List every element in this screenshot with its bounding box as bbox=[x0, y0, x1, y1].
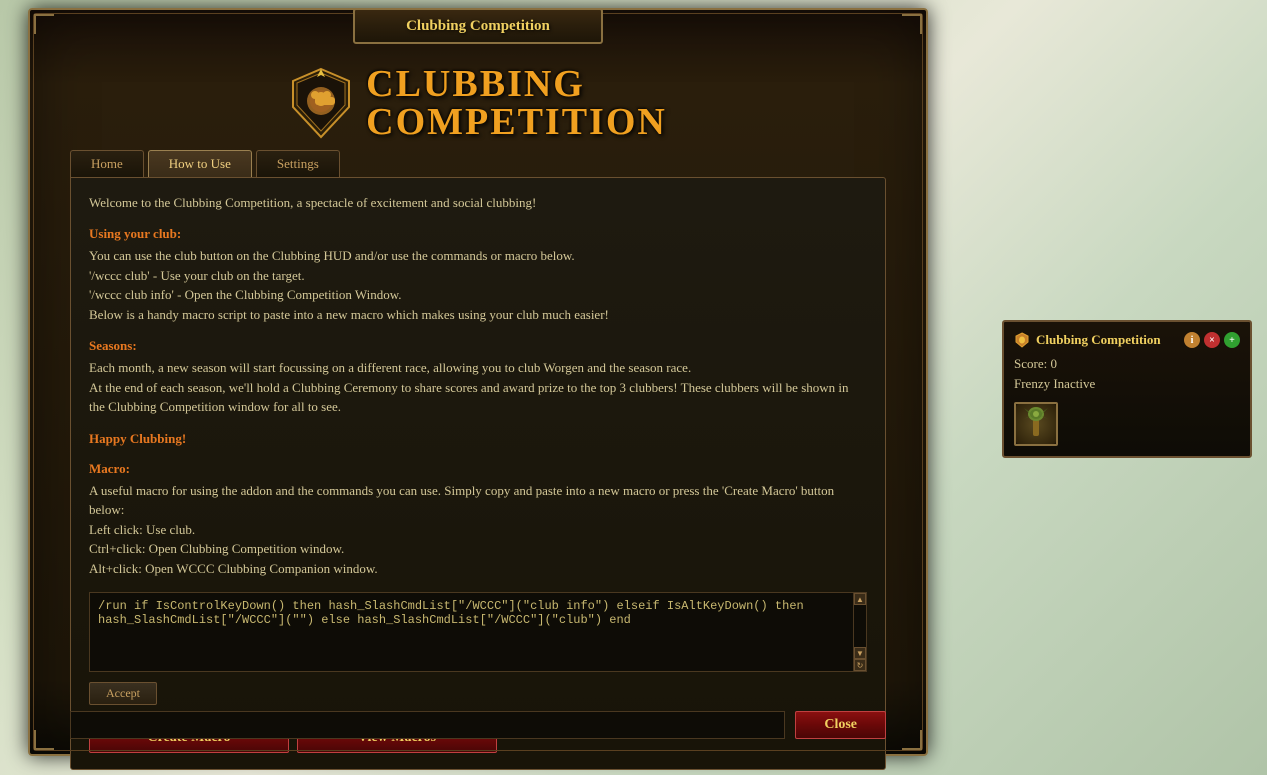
scroll-refresh-btn[interactable]: ↻ bbox=[854, 659, 866, 671]
macro-body: A useful macro for using the addon and t… bbox=[89, 481, 867, 579]
using-club-title: Using your club: bbox=[89, 226, 867, 242]
welcome-text: Welcome to the Clubbing Competition, a s… bbox=[89, 194, 867, 212]
accept-button[interactable]: Accept bbox=[89, 682, 157, 705]
seasons-body: Each month, a new season will start focu… bbox=[89, 358, 867, 417]
club-item-icon bbox=[1016, 404, 1056, 444]
side-panel-header: Clubbing Competition i × + bbox=[1014, 332, 1240, 348]
corner-decoration-br bbox=[902, 730, 922, 750]
close-button[interactable]: Close bbox=[795, 711, 886, 739]
side-panel-item[interactable] bbox=[1014, 402, 1058, 446]
tabs-area: Home How to Use Settings bbox=[30, 150, 926, 177]
logo-line2: COMPETITION bbox=[366, 103, 667, 141]
stop-icon[interactable]: × bbox=[1204, 332, 1220, 348]
side-panel-frenzy: Frenzy Inactive bbox=[1014, 376, 1240, 392]
side-panel-title: Clubbing Competition bbox=[1036, 332, 1178, 348]
title-bar: Clubbing Competition bbox=[353, 8, 603, 44]
corner-decoration-tr bbox=[902, 14, 922, 34]
macro-textarea-wrapper: /run if IsControlKeyDown() then hash_Sla… bbox=[89, 592, 867, 672]
side-panel: Clubbing Competition i × + Score: 0 Fren… bbox=[1002, 320, 1252, 458]
plus-icon[interactable]: + bbox=[1224, 332, 1240, 348]
scroll-track bbox=[854, 605, 866, 647]
macro-code-textarea[interactable]: /run if IsControlKeyDown() then hash_Sla… bbox=[89, 592, 853, 672]
main-window: Clubbing Competition CLUBBING COMPETITIO… bbox=[28, 8, 928, 756]
macro-title: Macro: bbox=[89, 461, 867, 477]
bottom-input[interactable] bbox=[70, 711, 785, 739]
side-panel-action-icons: i × + bbox=[1184, 332, 1240, 348]
bottom-bar: Close bbox=[70, 711, 886, 739]
logo-shield-icon bbox=[289, 67, 354, 139]
tab-how-to-use[interactable]: How to Use bbox=[148, 150, 252, 177]
side-panel-logo-icon bbox=[1014, 332, 1030, 348]
tab-home[interactable]: Home bbox=[70, 150, 144, 177]
side-panel-score: Score: 0 bbox=[1014, 356, 1240, 372]
logo-text: CLUBBING COMPETITION bbox=[366, 65, 667, 141]
textarea-scrollbar: ▲ ▼ ↻ bbox=[853, 592, 867, 672]
scroll-up-btn[interactable]: ▲ bbox=[854, 593, 866, 605]
logo-line1: CLUBBING bbox=[366, 65, 585, 103]
window-title: Clubbing Competition bbox=[406, 18, 550, 35]
corner-decoration-bl bbox=[34, 730, 54, 750]
info-icon[interactable]: i bbox=[1184, 332, 1200, 348]
happy-clubbing-text: Happy Clubbing! bbox=[89, 431, 867, 447]
using-club-body: You can use the club button on the Clubb… bbox=[89, 246, 867, 324]
tab-settings[interactable]: Settings bbox=[256, 150, 340, 177]
scroll-down-btn[interactable]: ▼ bbox=[854, 647, 866, 659]
corner-decoration-tl bbox=[34, 14, 54, 34]
content-area: Welcome to the Clubbing Competition, a s… bbox=[70, 177, 886, 770]
seasons-title: Seasons: bbox=[89, 338, 867, 354]
